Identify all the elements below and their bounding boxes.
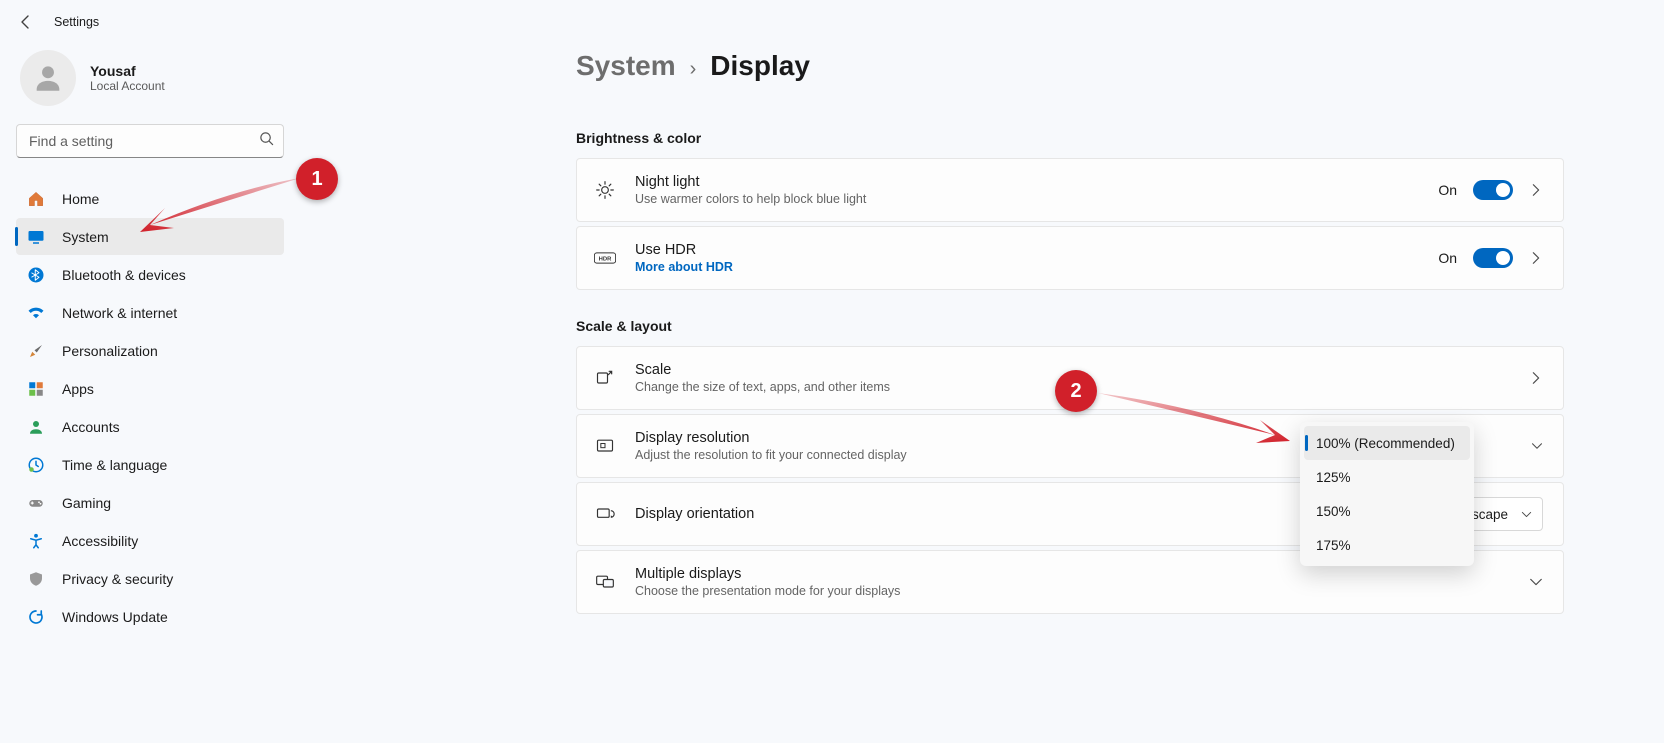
card-use-hdr[interactable]: HDR Use HDR More about HDR On xyxy=(576,226,1564,290)
scale-option-100[interactable]: 100% (Recommended) xyxy=(1304,426,1470,460)
chevron-right-icon: › xyxy=(690,58,697,81)
avatar xyxy=(20,50,76,106)
search-input[interactable] xyxy=(16,124,284,158)
nav-system[interactable]: System xyxy=(16,218,284,255)
chevron-down-icon xyxy=(1521,509,1532,520)
card-sub: Choose the presentation mode for your di… xyxy=(635,584,1529,598)
annotation-badge-1: 1 xyxy=(296,158,338,200)
app-title: Settings xyxy=(54,15,99,29)
wifi-icon xyxy=(26,303,46,323)
annotation-badge-2: 2 xyxy=(1055,370,1097,412)
section-brightness-color: Brightness & color xyxy=(576,130,1564,146)
user-name: Yousaf xyxy=(90,63,165,79)
card-title: Multiple displays xyxy=(635,566,1529,582)
toggle-state-label: On xyxy=(1438,182,1457,198)
home-icon xyxy=(26,189,46,209)
nav-bluetooth[interactable]: Bluetooth & devices xyxy=(16,256,284,293)
bluetooth-icon xyxy=(26,265,46,285)
card-title: Use HDR xyxy=(635,242,1438,258)
breadcrumb-current: Display xyxy=(710,50,810,82)
card-night-light[interactable]: Night light Use warmer colors to help bl… xyxy=(576,158,1564,222)
nav-gaming[interactable]: Gaming xyxy=(16,484,284,521)
nav-label: Network & internet xyxy=(62,305,177,321)
svg-text:HDR: HDR xyxy=(599,256,612,262)
nav-personalization[interactable]: Personalization xyxy=(16,332,284,369)
apps-icon xyxy=(26,379,46,399)
card-title: Night light xyxy=(635,174,1438,190)
breadcrumb: System › Display xyxy=(576,50,1564,82)
paintbrush-icon xyxy=(26,341,46,361)
nav-label: Accounts xyxy=(62,419,120,435)
user-sub: Local Account xyxy=(90,79,165,93)
card-sub: Use warmer colors to help block blue lig… xyxy=(635,192,1438,206)
search-icon xyxy=(259,131,274,151)
accessibility-icon xyxy=(26,531,46,551)
night-light-icon xyxy=(593,178,617,202)
back-button[interactable] xyxy=(16,12,36,32)
nav-label: Windows Update xyxy=(62,609,168,625)
nav-label: Apps xyxy=(62,381,94,397)
chevron-down-icon xyxy=(1529,575,1543,589)
chevron-right-icon xyxy=(1529,183,1543,197)
nav-home[interactable]: Home xyxy=(16,180,284,217)
nav-label: Accessibility xyxy=(62,533,138,549)
nav-accessibility[interactable]: Accessibility xyxy=(16,522,284,559)
hdr-icon: HDR xyxy=(593,246,617,270)
card-sub: Adjust the resolution to fit your connec… xyxy=(635,448,1315,462)
clock-icon xyxy=(26,455,46,475)
scale-option-125[interactable]: 125% xyxy=(1304,460,1470,494)
system-icon xyxy=(26,227,46,247)
night-light-toggle[interactable] xyxy=(1473,180,1513,200)
nav-label: Time & language xyxy=(62,457,167,473)
scale-icon xyxy=(593,366,617,390)
chevron-right-icon xyxy=(1529,371,1543,385)
nav-apps[interactable]: Apps xyxy=(16,370,284,407)
user-account-block[interactable]: Yousaf Local Account xyxy=(16,44,284,124)
chevron-down-icon xyxy=(1531,440,1543,452)
nav-network[interactable]: Network & internet xyxy=(16,294,284,331)
nav-label: Bluetooth & devices xyxy=(62,267,186,283)
person-icon xyxy=(26,417,46,437)
card-title: Display resolution xyxy=(635,430,1315,446)
nav-update[interactable]: Windows Update xyxy=(16,598,284,635)
breadcrumb-parent[interactable]: System xyxy=(576,50,676,82)
chevron-right-icon xyxy=(1529,251,1543,265)
update-icon xyxy=(26,607,46,627)
scale-option-150[interactable]: 150% xyxy=(1304,494,1470,528)
hdr-toggle[interactable] xyxy=(1473,248,1513,268)
shield-icon xyxy=(26,569,46,589)
resolution-icon xyxy=(593,434,617,458)
orientation-icon xyxy=(593,502,617,526)
scale-dropdown[interactable]: 100% (Recommended) 125% 150% 175% xyxy=(1300,422,1474,566)
section-scale-layout: Scale & layout xyxy=(576,318,1564,334)
scale-option-175[interactable]: 175% xyxy=(1304,528,1470,562)
nav-label: Personalization xyxy=(62,343,158,359)
gamepad-icon xyxy=(26,493,46,513)
nav-label: Home xyxy=(62,191,99,207)
hdr-more-link[interactable]: More about HDR xyxy=(635,260,1438,274)
nav-privacy[interactable]: Privacy & security xyxy=(16,560,284,597)
nav-accounts[interactable]: Accounts xyxy=(16,408,284,445)
nav-label: Gaming xyxy=(62,495,111,511)
nav-label: System xyxy=(62,229,109,245)
nav-label: Privacy & security xyxy=(62,571,173,587)
multiple-displays-icon xyxy=(593,570,617,594)
toggle-state-label: On xyxy=(1438,250,1457,266)
nav-time[interactable]: Time & language xyxy=(16,446,284,483)
